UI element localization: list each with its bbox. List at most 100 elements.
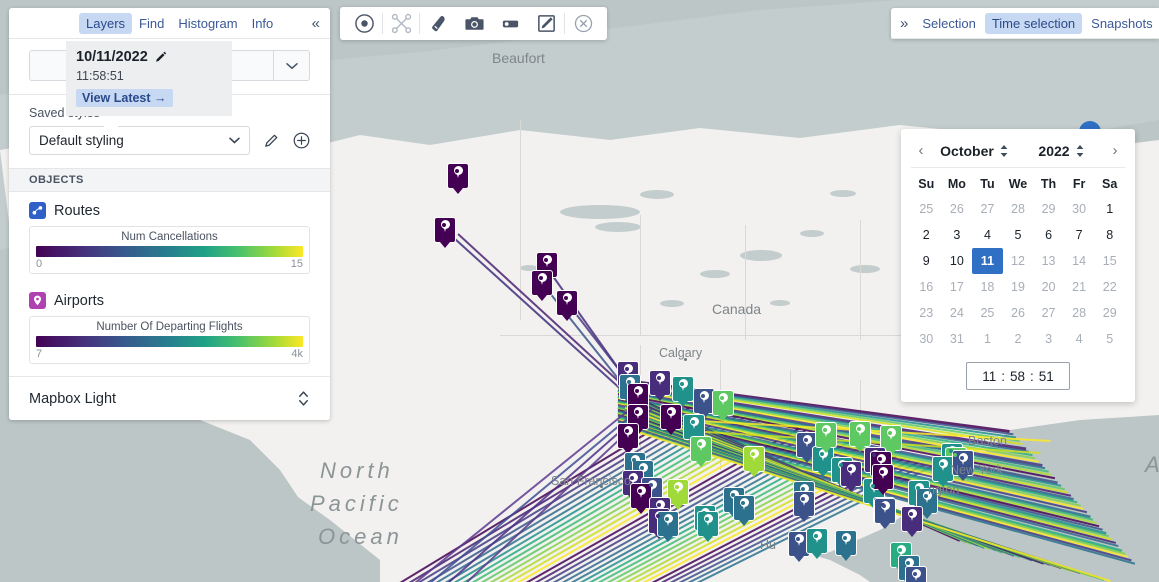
calendar-day[interactable]: 4 <box>1064 326 1095 352</box>
airport-marker[interactable] <box>849 421 871 452</box>
calendar-day[interactable]: 4 <box>972 222 1003 248</box>
chevron-double-right-icon[interactable]: » <box>897 16 913 31</box>
calendar-day[interactable]: 24 <box>942 300 973 326</box>
airport-marker[interactable] <box>617 423 639 454</box>
tab-histogram[interactable]: Histogram <box>171 13 244 34</box>
rectangle-icon[interactable] <box>492 8 528 39</box>
calendar-day-selected[interactable]: 11 <box>972 248 1003 274</box>
layer-airports[interactable]: Airports Number Of Departing Flights 7 4… <box>9 278 330 376</box>
edit-square-icon[interactable] <box>528 8 564 39</box>
add-style-button[interactable] <box>293 132 310 149</box>
calendar-day[interactable]: 20 <box>1033 274 1064 300</box>
view-latest-button[interactable]: View Latest → <box>76 89 173 107</box>
airport-marker[interactable] <box>697 511 719 542</box>
airport-marker[interactable] <box>872 464 894 495</box>
calendar-day[interactable]: 28 <box>1064 300 1095 326</box>
airport-marker[interactable] <box>690 436 712 467</box>
calendar-day[interactable]: 26 <box>1003 300 1034 326</box>
calendar-day[interactable]: 31 <box>942 326 973 352</box>
tab-layers[interactable]: Layers <box>79 12 133 34</box>
target-icon[interactable] <box>346 8 382 39</box>
airport-marker[interactable] <box>733 495 755 526</box>
calendar-day[interactable]: 9 <box>911 248 942 274</box>
tab-snapshots[interactable]: Snapshots <box>1084 13 1159 34</box>
airport-marker[interactable] <box>840 461 862 492</box>
calendar-day[interactable]: 19 <box>1003 274 1034 300</box>
pencil-icon[interactable] <box>154 50 168 64</box>
tab-time-selection[interactable]: Time selection <box>984 12 1083 34</box>
calendar-day[interactable]: 25 <box>911 196 942 222</box>
calendar-day[interactable]: 29 <box>1033 196 1064 222</box>
calendar-day[interactable]: 2 <box>911 222 942 248</box>
calendar-day[interactable]: 1 <box>1094 196 1125 222</box>
calendar-day[interactable]: 27 <box>1033 300 1064 326</box>
calendar-day[interactable]: 2 <box>1003 326 1034 352</box>
calendar-day[interactable]: 25 <box>972 300 1003 326</box>
calendar-day[interactable]: 21 <box>1064 274 1095 300</box>
airport-marker[interactable] <box>835 530 857 561</box>
airport-marker[interactable] <box>743 446 765 477</box>
calendar-day[interactable]: 26 <box>942 196 973 222</box>
calendar-day[interactable]: 8 <box>1094 222 1125 248</box>
airport-marker[interactable] <box>672 376 694 407</box>
calendar-day[interactable]: 6 <box>1033 222 1064 248</box>
calendar-day[interactable]: 7 <box>1064 222 1095 248</box>
chevron-right-icon[interactable]: › <box>1105 142 1125 159</box>
time-minutes[interactable]: 58 <box>1010 369 1025 384</box>
airport-marker[interactable] <box>660 404 682 435</box>
layer-routes[interactable]: Routes Num Cancellations 0 15 <box>9 192 330 278</box>
tab-selection[interactable]: Selection <box>915 13 982 34</box>
time-hours[interactable]: 11 <box>982 369 996 384</box>
airport-marker[interactable] <box>657 511 679 542</box>
airport-marker[interactable] <box>932 456 954 487</box>
calendar-day[interactable]: 12 <box>1003 248 1034 274</box>
time-seconds[interactable]: 51 <box>1039 369 1054 384</box>
calendar-day[interactable]: 23 <box>911 300 942 326</box>
tab-info[interactable]: Info <box>245 13 281 34</box>
calendar-day[interactable]: 28 <box>1003 196 1034 222</box>
calendar-day[interactable]: 3 <box>1033 326 1064 352</box>
clear-circle-icon[interactable] <box>565 8 601 39</box>
calendar-day[interactable]: 29 <box>1094 300 1125 326</box>
calendar-day[interactable]: 10 <box>942 248 973 274</box>
airport-marker[interactable] <box>712 390 734 421</box>
edit-style-button[interactable] <box>263 132 280 149</box>
calendar-day[interactable]: 30 <box>911 326 942 352</box>
chevron-down-icon[interactable] <box>273 51 309 80</box>
airport-marker[interactable] <box>905 566 927 582</box>
airport-marker[interactable] <box>874 498 896 529</box>
calendar-day[interactable]: 30 <box>1064 196 1095 222</box>
calendar-day[interactable]: 17 <box>942 274 973 300</box>
calendar-day[interactable]: 1 <box>972 326 1003 352</box>
airport-marker[interactable] <box>793 491 815 522</box>
chevron-left-icon[interactable]: ‹ <box>911 142 931 159</box>
lasso-select-icon[interactable] <box>383 8 419 39</box>
time-input[interactable]: 11 : 58 : 51 <box>966 362 1070 390</box>
calendar-day[interactable]: 5 <box>1003 222 1034 248</box>
calendar-day[interactable]: 15 <box>1094 248 1125 274</box>
calendar-day[interactable]: 5 <box>1094 326 1125 352</box>
airport-marker[interactable] <box>556 290 578 321</box>
chevron-double-left-icon[interactable]: « <box>310 14 322 33</box>
calendar-day[interactable]: 14 <box>1064 248 1095 274</box>
year-select[interactable]: 2022 <box>1038 143 1084 159</box>
style-select[interactable]: Default styling <box>29 126 250 155</box>
airport-marker[interactable] <box>447 163 469 194</box>
airport-marker[interactable] <box>434 217 456 248</box>
calendar-day[interactable]: 3 <box>942 222 973 248</box>
pen-pointer-icon[interactable] <box>420 8 456 39</box>
calendar-day[interactable]: 13 <box>1033 248 1064 274</box>
calendar-day[interactable]: 18 <box>972 274 1003 300</box>
airport-marker[interactable] <box>806 528 828 559</box>
month-select[interactable]: October <box>940 143 1009 159</box>
calendar-day[interactable]: 27 <box>972 196 1003 222</box>
airport-marker[interactable] <box>649 370 671 401</box>
airport-marker[interactable] <box>815 422 837 453</box>
airport-marker[interactable] <box>901 506 923 537</box>
basemap-selector[interactable]: Mapbox Light <box>9 376 330 420</box>
tab-find[interactable]: Find <box>132 13 171 34</box>
camera-icon[interactable] <box>456 8 492 39</box>
airport-marker[interactable] <box>531 270 553 301</box>
calendar-day[interactable]: 22 <box>1094 274 1125 300</box>
calendar-day[interactable]: 16 <box>911 274 942 300</box>
